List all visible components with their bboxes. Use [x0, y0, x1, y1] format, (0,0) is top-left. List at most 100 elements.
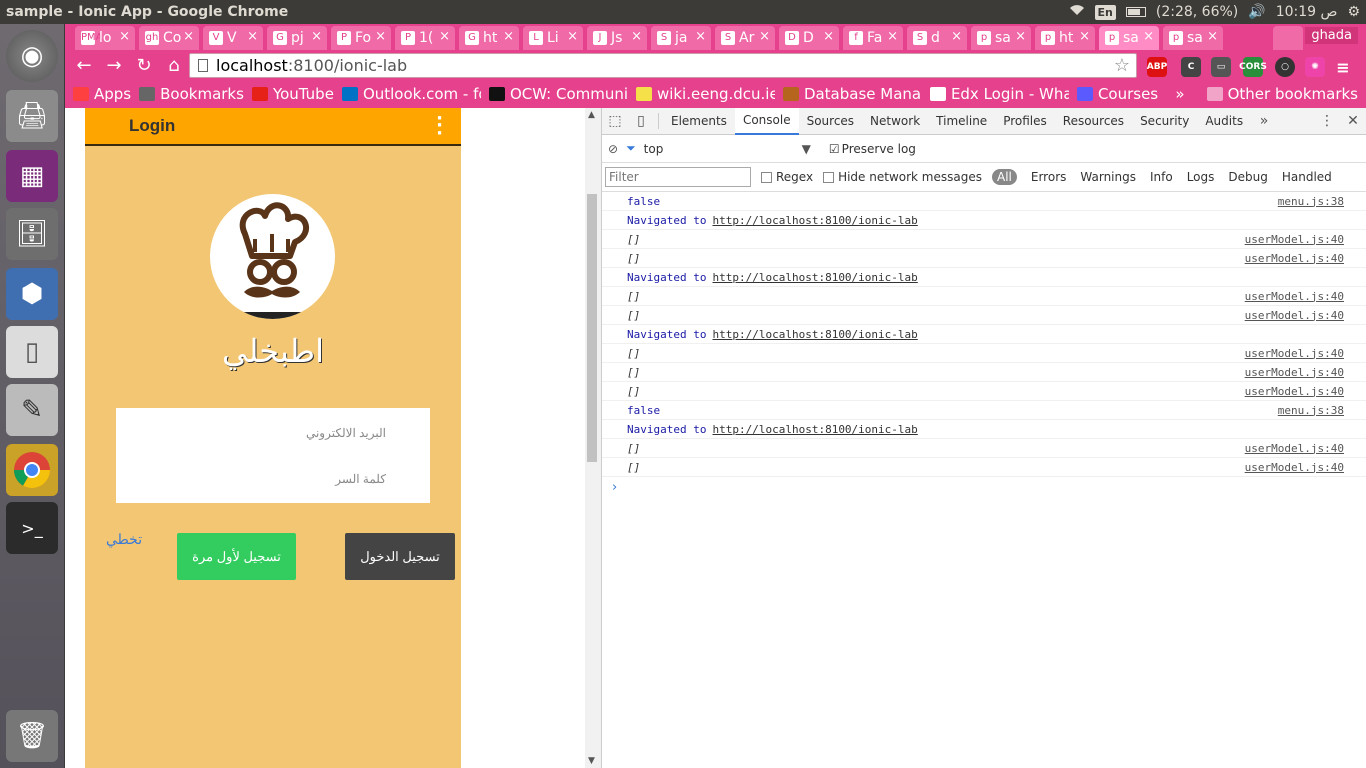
devtools-tab-audits[interactable]: Audits [1197, 108, 1251, 135]
browser-tab[interactable]: gh Co × [139, 26, 199, 50]
trash-icon[interactable]: 🗑 [6, 710, 58, 762]
extension-off-icon[interactable]: C [1181, 57, 1201, 77]
skip-link[interactable]: تخطي [106, 531, 142, 548]
new-tab-button[interactable] [1273, 26, 1303, 50]
source-location-link[interactable]: userModel.js:40 [1245, 347, 1344, 360]
cors-extension-icon[interactable]: CORS [1239, 57, 1267, 77]
forward-arrow-icon[interactable]: → [101, 52, 127, 78]
devtools-tab-profiles[interactable]: Profiles [995, 108, 1055, 135]
console-prompt[interactable]: › [602, 477, 1366, 497]
login-button[interactable]: تسجيل الدخول [345, 533, 455, 580]
bookmarks-overflow-icon[interactable]: » [1175, 85, 1184, 103]
browser-tab[interactable]: Sja × [651, 26, 711, 50]
document-icon[interactable]: ▯ [6, 326, 58, 378]
source-location-link[interactable]: userModel.js:40 [1245, 385, 1344, 398]
clear-console-icon[interactable]: ⊘ [608, 142, 618, 156]
close-tab-icon[interactable]: × [375, 29, 386, 44]
workspace-switcher-icon[interactable]: ▦ [6, 150, 58, 202]
signup-button[interactable]: تسجيل لأول مرة [177, 533, 296, 580]
device-mode-icon[interactable]: ▯ [628, 108, 654, 135]
browser-tab[interactable]: V V × [203, 26, 263, 50]
home-icon[interactable]: ⌂ [161, 52, 187, 78]
scroll-down-icon[interactable]: ▼ [588, 756, 595, 766]
console-message-text[interactable]: [] [627, 233, 640, 246]
devtools-tab-network[interactable]: Network [862, 108, 928, 135]
close-tab-icon[interactable]: × [1207, 29, 1218, 44]
scroll-up-icon[interactable]: ▲ [588, 110, 595, 120]
source-location-link[interactable]: userModel.js:40 [1245, 252, 1344, 265]
devtools-tab-resources[interactable]: Resources [1055, 108, 1132, 135]
browser-tab[interactable]: f Fa × [843, 26, 903, 50]
other-bookmarks[interactable]: Other bookmarks [1206, 85, 1358, 103]
close-tab-icon[interactable]: × [247, 29, 258, 44]
source-location-link[interactable]: userModel.js:40 [1245, 309, 1344, 322]
devtools-tab-elements[interactable]: Elements [663, 108, 735, 135]
log-level-warnings[interactable]: Warnings [1080, 170, 1136, 184]
preserve-log-checkbox[interactable]: ☑ [829, 142, 840, 156]
log-level-info[interactable]: Info [1150, 170, 1173, 184]
console-filter-input[interactable] [605, 167, 751, 187]
password-field[interactable]: كلمة السر [335, 472, 386, 486]
bookmark-item[interactable]: OCW: Communic [488, 85, 628, 103]
console-message-text[interactable]: [] [627, 366, 640, 379]
source-location-link[interactable]: userModel.js:40 [1245, 366, 1344, 379]
browser-tab[interactable]: Ght × [459, 26, 519, 50]
navigation-url-link[interactable]: http://localhost:8100/ionic-lab [712, 423, 917, 436]
browser-tab[interactable]: S Ar × [715, 26, 775, 50]
source-location-link[interactable]: userModel.js:40 [1245, 233, 1344, 246]
close-tab-icon[interactable]: × [951, 29, 962, 44]
page-info-icon[interactable] [198, 59, 208, 72]
browser-tab[interactable]: Gpj × [267, 26, 327, 50]
bookmark-item[interactable]: Apps [73, 85, 131, 103]
extension-car-icon[interactable]: ▭ [1211, 57, 1231, 77]
close-tab-icon[interactable]: × [567, 29, 578, 44]
browser-tab[interactable]: PMA lo × [75, 26, 135, 50]
browser-tab[interactable]: p sa × [1099, 26, 1159, 50]
address-bar[interactable]: localhost:8100/ionic-lab ☆ [189, 53, 1137, 78]
browser-tab[interactable]: J Js × [587, 26, 647, 50]
browser-tab[interactable]: p sa × [1163, 26, 1223, 50]
scrollbar-thumb[interactable] [587, 194, 597, 462]
battery-icon[interactable] [1125, 7, 1146, 17]
ubuntu-dash-icon[interactable]: ◉ [6, 30, 58, 82]
close-tab-icon[interactable]: × [1079, 29, 1090, 44]
inspect-element-icon[interactable]: ⬚ [602, 108, 628, 135]
log-level-logs[interactable]: Logs [1187, 170, 1215, 184]
back-arrow-icon[interactable]: ← [71, 52, 97, 78]
close-tab-icon[interactable]: × [119, 29, 130, 44]
filter-icon[interactable]: ⏷ [626, 141, 636, 156]
console-message-text[interactable]: [] [627, 252, 640, 265]
page-scrollbar[interactable]: ▲ ▼ [585, 108, 601, 768]
keyboard-language-indicator[interactable]: En [1094, 4, 1116, 20]
browser-tab[interactable]: p ht × [1035, 26, 1095, 50]
source-location-link[interactable]: menu.js:38 [1278, 195, 1344, 208]
chrome-icon[interactable] [6, 444, 58, 496]
email-field[interactable]: البريد الالكتروني [306, 426, 386, 440]
bookmark-item[interactable]: Courses [1076, 85, 1158, 103]
console-message-text[interactable]: [] [627, 309, 640, 322]
log-level-all[interactable]: All [991, 169, 1017, 185]
console-message-text[interactable]: [] [627, 347, 640, 360]
source-location-link[interactable]: userModel.js:40 [1245, 461, 1344, 474]
text-editor-icon[interactable]: ✎ [6, 384, 58, 436]
close-tab-icon[interactable]: × [695, 29, 706, 44]
source-location-link[interactable]: userModel.js:40 [1245, 290, 1344, 303]
bookmark-item[interactable]: Outlook.com - fo [341, 85, 481, 103]
adblock-icon[interactable]: ABP [1147, 57, 1167, 77]
close-tab-icon[interactable]: × [183, 29, 194, 44]
close-tab-icon[interactable]: × [823, 29, 834, 44]
terminal-icon[interactable]: >_ [6, 502, 58, 554]
color-picker-icon[interactable]: ✺ [1305, 57, 1325, 77]
close-tab-icon[interactable]: × [439, 29, 450, 44]
browser-tab[interactable]: Sd × [907, 26, 967, 50]
console-message-text[interactable]: [] [627, 290, 640, 303]
navigation-url-link[interactable]: http://localhost:8100/ionic-lab [712, 271, 917, 284]
browser-tab[interactable]: P 1(× [395, 26, 455, 50]
bookmark-item[interactable]: Database Manag [782, 85, 922, 103]
console-message-text[interactable]: [] [627, 461, 640, 474]
bookmark-item[interactable]: Edx Login - What [929, 85, 1069, 103]
devtools-tab-timeline[interactable]: Timeline [928, 108, 995, 135]
browser-tab[interactable]: p sa × [971, 26, 1031, 50]
console-message-text[interactable]: [] [627, 442, 640, 455]
close-tab-icon[interactable]: × [311, 29, 322, 44]
